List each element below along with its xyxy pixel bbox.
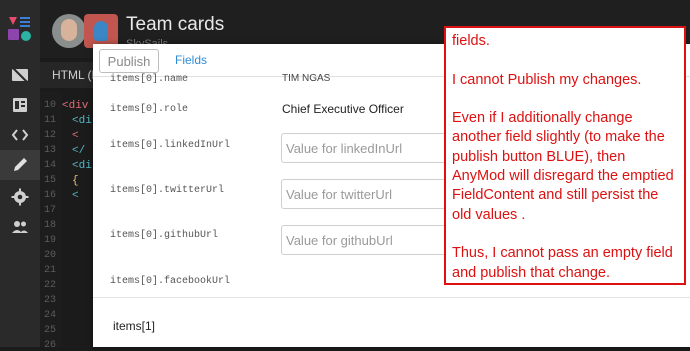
list-item[interactable]: items[1] — [113, 319, 155, 333]
line-number: 26 — [44, 340, 57, 351]
field-label: items[0].facebookUrl — [110, 276, 231, 287]
gear-icon — [11, 188, 29, 206]
publish-button[interactable]: Publish — [99, 49, 159, 73]
project-avatar[interactable] — [84, 14, 118, 48]
page-title: Team cards — [126, 14, 225, 35]
code-icon — [11, 129, 29, 141]
avatar[interactable] — [52, 14, 86, 48]
rail-item-code[interactable] — [0, 120, 40, 150]
code-line: < — [72, 190, 79, 202]
rail-item-settings[interactable] — [0, 182, 40, 212]
field-label: items[0].twitterUrl — [110, 185, 225, 196]
line-number: 16 — [44, 190, 57, 201]
line-number: 25 — [44, 325, 57, 336]
callout-paragraph: Even if I additionally change another fi… — [452, 110, 674, 223]
line-number: 19 — [44, 235, 57, 246]
sidebar — [0, 0, 40, 347]
line-number: 23 — [44, 295, 57, 306]
callout-paragraph: Thus, I cannot pass an empty field and p… — [452, 245, 673, 281]
line-number: 22 — [44, 280, 57, 291]
code-line: { — [72, 175, 79, 187]
annotation-callout: fields. I cannot Publish my changes. Eve… — [444, 26, 686, 285]
line-number: 21 — [44, 265, 57, 276]
avatar-face — [61, 19, 77, 41]
field-label: items[0].linkedInUrl — [110, 140, 231, 151]
field-label: items[0].name — [110, 74, 189, 85]
code-line: <di — [72, 115, 92, 127]
callout-paragraph: fields. — [452, 33, 490, 49]
line-number: 10 — [44, 100, 57, 111]
line-number: 12 — [44, 130, 57, 141]
field-value: TIM NGAS — [282, 73, 331, 84]
rail-item-preview[interactable] — [0, 60, 40, 90]
line-number: 18 — [44, 220, 57, 231]
field-value: Chief Executive Officer — [282, 102, 404, 116]
code-line: <di — [72, 160, 92, 172]
app-logo-icon[interactable] — [6, 14, 34, 44]
users-icon — [12, 221, 28, 233]
divider — [93, 297, 690, 298]
field-label: items[0].role — [110, 104, 189, 115]
document-icon — [13, 98, 27, 112]
line-number: 14 — [44, 160, 57, 171]
line-number: 13 — [44, 145, 57, 156]
project-avatar-inner — [94, 21, 108, 41]
line-number: 17 — [44, 205, 57, 216]
pencil-icon — [14, 158, 27, 171]
line-number: 24 — [44, 310, 57, 321]
eye-off-icon — [12, 67, 28, 83]
callout-paragraph: I cannot Publish my changes. — [452, 71, 642, 88]
code-line: < — [72, 130, 79, 142]
rail-item-document[interactable] — [0, 90, 40, 120]
rail-item-users[interactable] — [0, 212, 40, 242]
tab-fields[interactable]: Fields — [175, 53, 207, 67]
line-number: 20 — [44, 250, 57, 261]
field-label: items[0].githubUrl — [110, 230, 219, 241]
line-number: 11 — [44, 115, 57, 126]
line-number: 15 — [44, 175, 57, 186]
rail-item-edit[interactable] — [0, 150, 40, 180]
code-line: </ — [72, 145, 86, 157]
